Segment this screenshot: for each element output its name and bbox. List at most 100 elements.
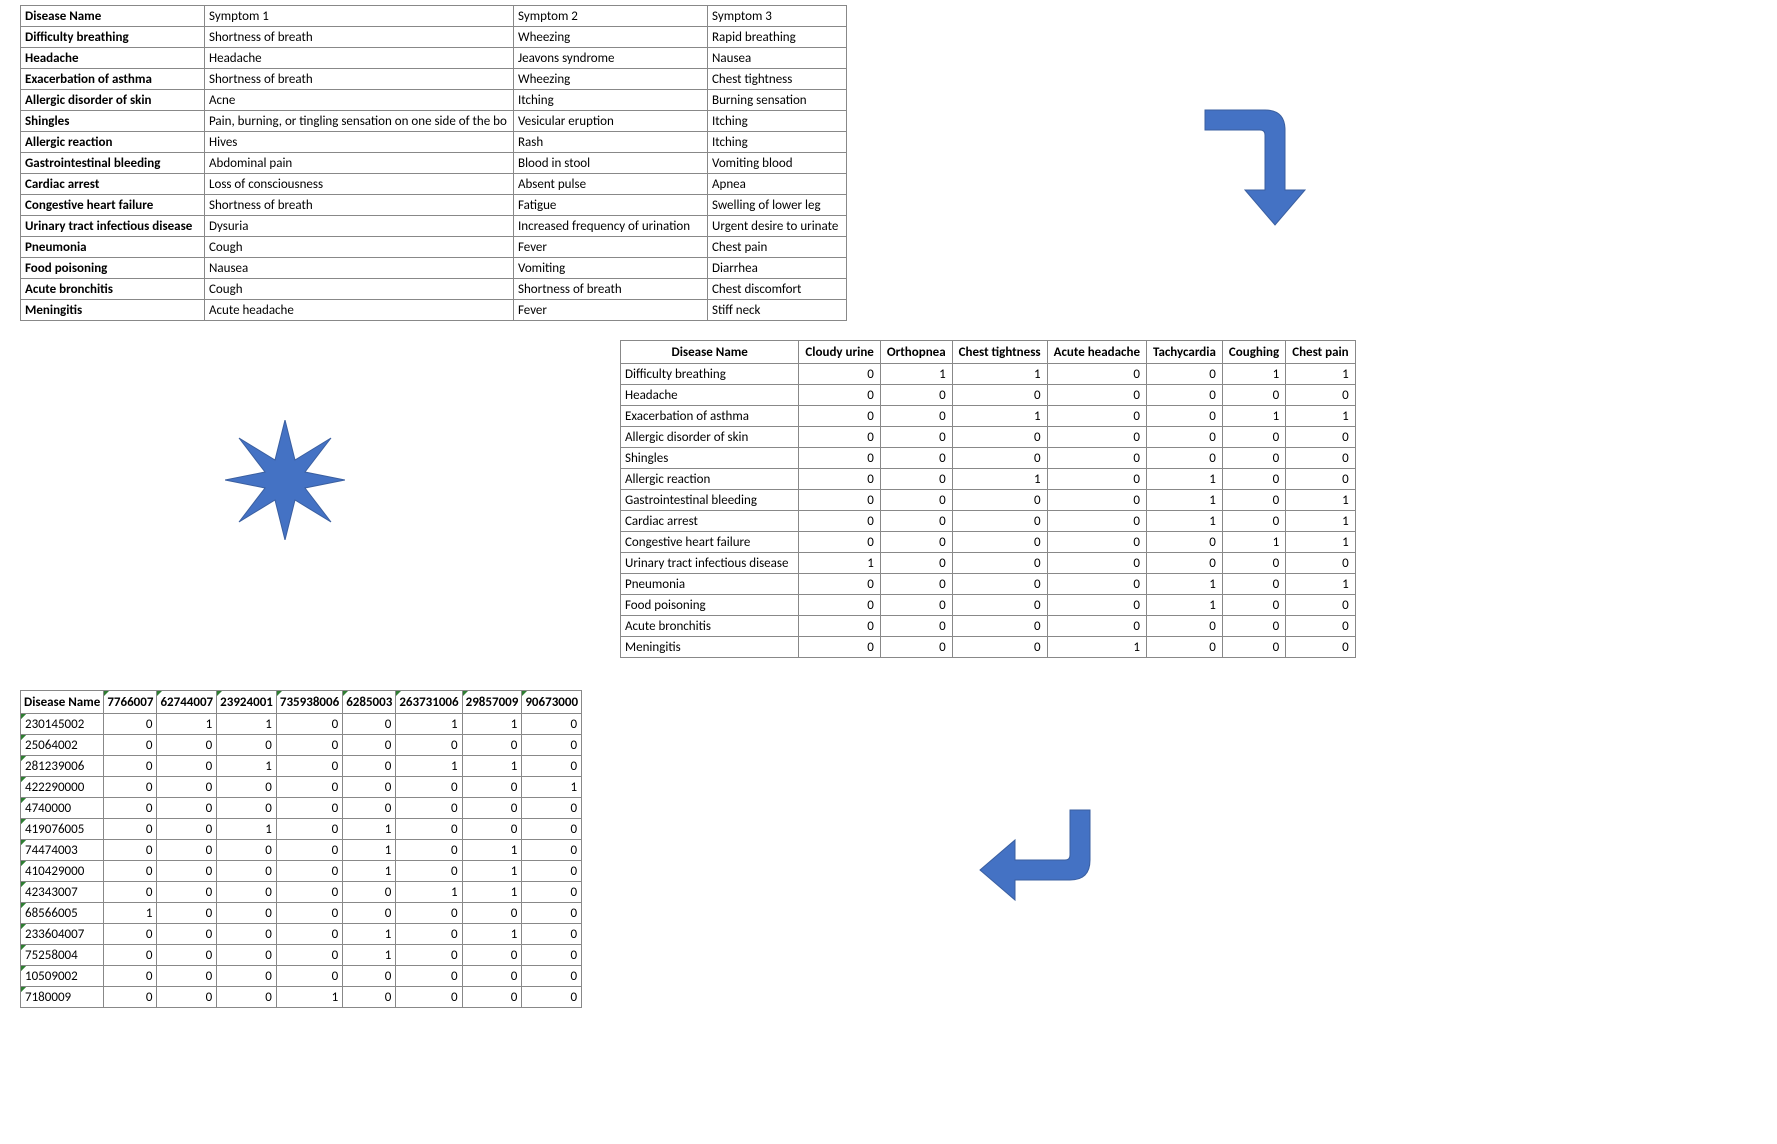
symptom-cell: Vesicular eruption: [514, 111, 708, 132]
value-cell: 0: [880, 616, 952, 637]
value-cell: 1: [343, 945, 396, 966]
value-cell: 0: [1047, 427, 1146, 448]
arrow-right-down-icon: [1195, 80, 1315, 230]
th-disease: Disease Name: [621, 341, 799, 364]
value-cell: 0: [1047, 406, 1146, 427]
table-row: 718000900010000: [21, 987, 582, 1008]
value-cell: 0: [396, 966, 462, 987]
symptom-cell: Chest pain: [708, 237, 847, 258]
value-cell: 0: [1286, 616, 1355, 637]
symptom-cell: Chest discomfort: [708, 279, 847, 300]
value-cell: 0: [396, 735, 462, 756]
value-cell: 0: [1286, 469, 1355, 490]
value-cell: 0: [952, 553, 1047, 574]
value-cell: 0: [157, 798, 217, 819]
value-cell: 0: [522, 945, 582, 966]
error-indicator-icon: [21, 756, 26, 761]
th-disease: Disease Name: [21, 6, 205, 27]
value-cell: 0: [1047, 616, 1146, 637]
code-cell: 410429000: [21, 861, 104, 882]
value-cell: 1: [880, 364, 952, 385]
value-cell: 1: [462, 861, 522, 882]
value-cell: 0: [217, 987, 277, 1008]
symptom-cell: Burning sensation: [708, 90, 847, 111]
value-cell: 0: [217, 777, 277, 798]
value-cell: 0: [396, 945, 462, 966]
value-cell: 1: [396, 882, 462, 903]
code-cell: 422290000: [21, 777, 104, 798]
value-cell: 0: [952, 595, 1047, 616]
value-cell: 0: [276, 819, 342, 840]
code-cell: 233604007: [21, 924, 104, 945]
table-row: 23360400700001010: [21, 924, 582, 945]
value-cell: 0: [1222, 553, 1285, 574]
th-s1: Symptom 1: [205, 6, 514, 27]
value-cell: 0: [799, 406, 880, 427]
table-row: 6856600510000000: [21, 903, 582, 924]
value-cell: 0: [217, 861, 277, 882]
value-cell: 0: [522, 861, 582, 882]
symptom-cell: Dysuria: [205, 216, 514, 237]
value-cell: 0: [217, 798, 277, 819]
value-cell: 0: [1147, 448, 1223, 469]
value-cell: 0: [1047, 448, 1146, 469]
value-cell: 0: [522, 987, 582, 1008]
binary-symptom-table: Disease NameCloudy urineOrthopneaChest t…: [620, 340, 1356, 658]
disease-cell: Gastrointestinal bleeding: [621, 490, 799, 511]
disease-cell: Pneumonia: [621, 574, 799, 595]
value-cell: 0: [799, 490, 880, 511]
value-cell: 0: [1047, 469, 1146, 490]
value-cell: 0: [522, 798, 582, 819]
value-cell: 0: [343, 777, 396, 798]
value-cell: 0: [104, 735, 157, 756]
value-cell: 1: [1286, 511, 1355, 532]
symptom-cell: Itching: [708, 111, 847, 132]
value-cell: 0: [462, 966, 522, 987]
th-s2: Symptom 2: [514, 6, 708, 27]
value-cell: 0: [157, 777, 217, 798]
value-cell: 0: [396, 861, 462, 882]
disease-cell: Cardiac arrest: [21, 174, 205, 195]
value-cell: 0: [157, 840, 217, 861]
value-cell: 0: [276, 756, 342, 777]
value-cell: 0: [522, 840, 582, 861]
value-cell: 0: [343, 798, 396, 819]
value-cell: 1: [1147, 469, 1223, 490]
error-indicator-icon: [21, 735, 26, 740]
value-cell: 0: [462, 777, 522, 798]
value-cell: 1: [104, 903, 157, 924]
value-cell: 1: [1147, 574, 1223, 595]
value-cell: 0: [104, 987, 157, 1008]
value-cell: 0: [104, 756, 157, 777]
value-cell: 0: [1147, 616, 1223, 637]
code-cell: 25064002: [21, 735, 104, 756]
value-cell: 0: [1222, 448, 1285, 469]
th-disease: Disease Name: [21, 691, 104, 714]
table-row: Gastrointestinal bleedingAbdominal painB…: [21, 153, 847, 174]
value-cell: 1: [343, 840, 396, 861]
value-cell: 1: [462, 924, 522, 945]
table-row: Pneumonia0000101: [621, 574, 1356, 595]
value-cell: 0: [217, 735, 277, 756]
value-cell: 1: [343, 819, 396, 840]
value-cell: 1: [462, 756, 522, 777]
value-cell: 0: [157, 861, 217, 882]
code-cell: 230145002: [21, 714, 104, 735]
value-cell: 0: [1147, 385, 1223, 406]
value-cell: 0: [343, 882, 396, 903]
value-cell: 0: [952, 490, 1047, 511]
table-row: Cardiac arrestLoss of consciousness Abse…: [21, 174, 847, 195]
value-cell: 0: [1286, 448, 1355, 469]
value-cell: 0: [104, 777, 157, 798]
symptom-cell: Jeavons syndrome: [514, 48, 708, 69]
value-cell: 0: [276, 966, 342, 987]
value-cell: 0: [522, 924, 582, 945]
value-cell: 0: [157, 945, 217, 966]
table-row: 4234300700000110: [21, 882, 582, 903]
disease-cell: Urinary tract infectious disease: [21, 216, 205, 237]
value-cell: 0: [157, 756, 217, 777]
disease-cell: Congestive heart failure: [621, 532, 799, 553]
value-cell: 0: [343, 735, 396, 756]
value-cell: 0: [217, 840, 277, 861]
error-indicator-icon: [21, 924, 26, 929]
